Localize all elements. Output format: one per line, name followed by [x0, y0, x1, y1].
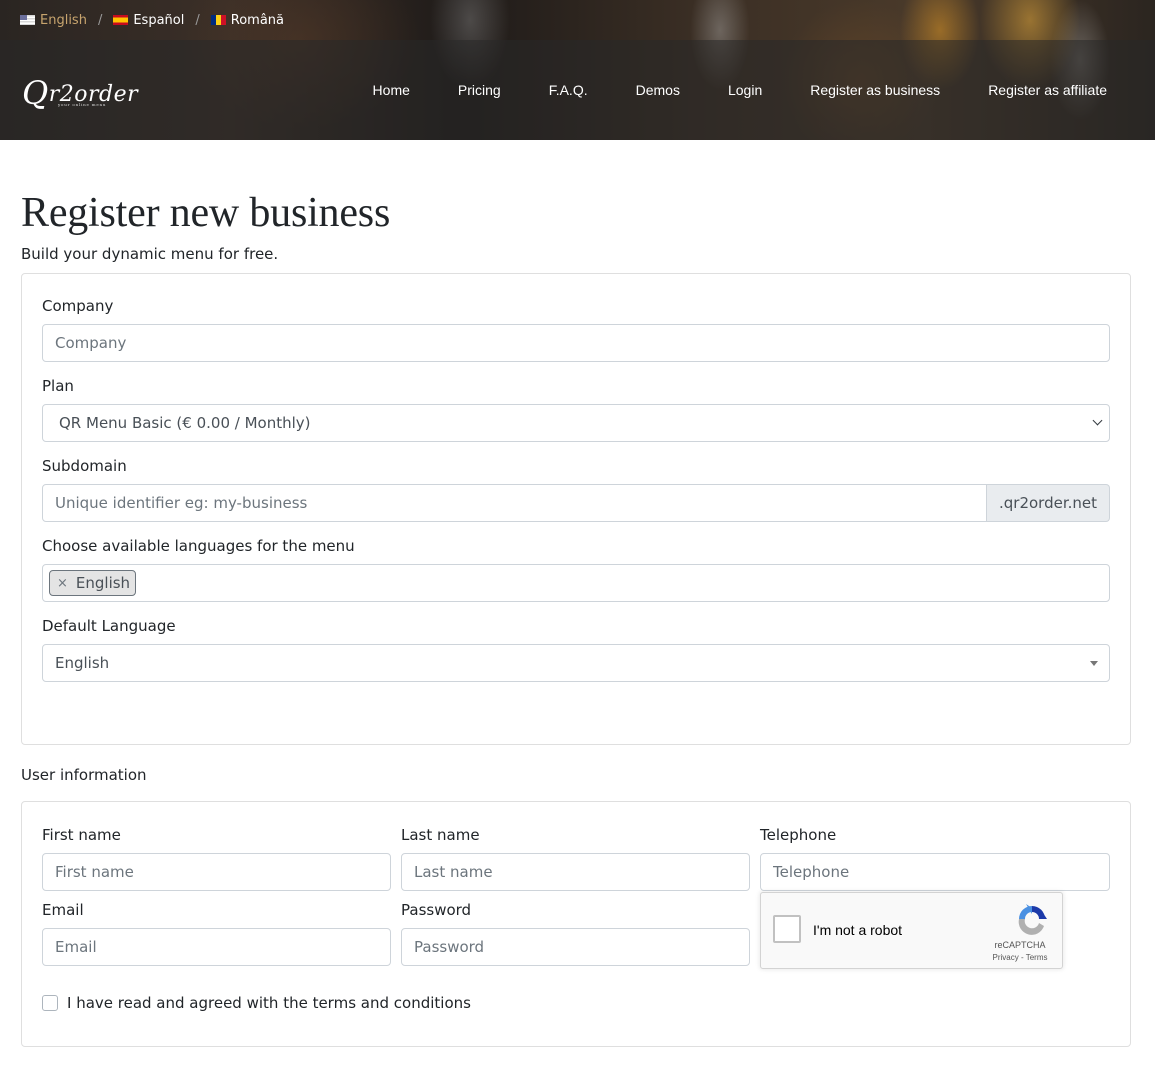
language-english-link[interactable]: English [20, 13, 87, 28]
company-label: Company [42, 297, 114, 315]
last-name-group: Last name [401, 826, 750, 891]
company-input[interactable] [42, 324, 1110, 362]
user-info-heading: User information [21, 766, 147, 784]
recaptcha-brand: reCAPTCHA [994, 940, 1046, 950]
default-language-group: Default Language English [42, 617, 1110, 682]
language-spanish-link[interactable]: Español [113, 13, 184, 28]
subdomain-suffix: .qr2order.net [986, 484, 1110, 522]
user-row-2: Email Password I'm not a robot [42, 892, 1110, 969]
subdomain-label: Subdomain [42, 457, 127, 475]
recaptcha-checkbox[interactable] [773, 915, 801, 943]
logo-initial: Q [22, 74, 49, 112]
default-language-label: Default Language [42, 617, 176, 635]
last-name-label: Last name [401, 826, 480, 844]
email-input[interactable] [42, 928, 391, 966]
language-english-label: English [40, 12, 87, 28]
main-content: Register new business Build your dynamic… [21, 140, 1131, 1047]
recaptcha-terms-link[interactable]: Terms [1026, 953, 1048, 962]
us-flag-icon [20, 15, 35, 25]
password-group: Password [401, 901, 750, 969]
recaptcha-privacy-link[interactable]: Privacy [993, 953, 1019, 962]
language-switcher: English / Español / Română [0, 0, 1155, 40]
nav-links: Home Pricing F.A.Q. Demos Login Register… [373, 40, 1107, 140]
last-name-input[interactable] [401, 853, 750, 891]
language-separator: / [97, 12, 103, 28]
plan-select[interactable]: QR Menu Basic (€ 0.00 / Monthly) [42, 404, 1110, 442]
subdomain-input-group: .qr2order.net [42, 484, 1110, 522]
es-flag-icon [113, 15, 129, 25]
nav-pricing[interactable]: Pricing [458, 82, 501, 98]
default-language-value[interactable]: English [42, 644, 1110, 682]
terms-label[interactable]: I have read and agreed with the terms an… [67, 994, 471, 1012]
plan-group: Plan QR Menu Basic (€ 0.00 / Monthly) [42, 377, 1110, 442]
terms-row: I have read and agreed with the terms an… [42, 994, 1110, 1012]
menu-languages-label: Choose available languages for the menu [42, 537, 355, 555]
plan-select-value[interactable]: QR Menu Basic (€ 0.00 / Monthly) [42, 404, 1110, 442]
subdomain-group: Subdomain .qr2order.net [42, 457, 1110, 522]
password-label: Password [401, 901, 472, 919]
nav-demos[interactable]: Demos [636, 82, 680, 98]
nav-faq[interactable]: F.A.Q. [549, 82, 588, 98]
nav-register-business[interactable]: Register as business [810, 82, 940, 98]
language-tag-label: English [75, 574, 131, 592]
language-romanian-link[interactable]: Română [210, 12, 284, 28]
recaptcha-link-separator: - [1018, 953, 1026, 962]
telephone-group: Telephone [760, 826, 1110, 891]
first-name-input[interactable] [42, 853, 391, 891]
remove-tag-icon[interactable]: × [57, 576, 68, 591]
user-info-card: First name Last name Telephone Email Pas… [21, 801, 1131, 1047]
password-input[interactable] [401, 928, 750, 966]
nav-register-affiliate[interactable]: Register as affiliate [988, 82, 1107, 98]
recaptcha-label: I'm not a robot [813, 922, 903, 938]
menu-languages-multiselect[interactable]: × English [42, 564, 1110, 602]
terms-checkbox[interactable] [42, 995, 58, 1011]
language-romanian-label: Română [230, 12, 284, 28]
subdomain-input[interactable] [42, 484, 987, 522]
recaptcha-links: Privacy - Terms [990, 953, 1050, 962]
menu-languages-group: Choose available languages for the menu … [42, 537, 1110, 602]
site-header: English / Español / Română Qr2order your… [0, 0, 1155, 140]
language-spanish-label: Español [133, 12, 185, 28]
company-group: Company [42, 297, 1110, 362]
nav-home[interactable]: Home [373, 82, 410, 98]
first-name-group: First name [42, 826, 391, 891]
caret-down-icon [1090, 661, 1098, 666]
nav-login[interactable]: Login [728, 82, 762, 98]
telephone-label: Telephone [760, 826, 837, 844]
page-subtitle: Build your dynamic menu for free. [21, 245, 279, 263]
recaptcha-logo-icon [1018, 904, 1047, 935]
language-separator: / [195, 12, 200, 28]
default-language-select[interactable]: English [42, 644, 1110, 682]
business-info-card: Company Plan QR Menu Basic (€ 0.00 / Mon… [21, 273, 1131, 745]
first-name-label: First name [42, 826, 121, 844]
recaptcha-widget: I'm not a robot reCAPTCHA Privacy - Term… [760, 892, 1063, 969]
telephone-input[interactable] [760, 853, 1110, 891]
main-navbar: Qr2order your online menu Home Pricing F… [0, 40, 1155, 140]
email-group: Email [42, 901, 391, 969]
brand-logo[interactable]: Qr2order your online menu [22, 68, 138, 112]
user-row-1: First name Last name Telephone [42, 826, 1110, 891]
ro-flag-icon [210, 15, 226, 25]
recaptcha-group: I'm not a robot reCAPTCHA Privacy - Term… [760, 892, 1109, 969]
language-tag: × English [49, 570, 137, 596]
email-label: Email [42, 901, 84, 919]
page-title: Register new business [21, 190, 391, 236]
logo-tagline: your online menu [58, 102, 107, 107]
plan-label: Plan [42, 377, 74, 395]
